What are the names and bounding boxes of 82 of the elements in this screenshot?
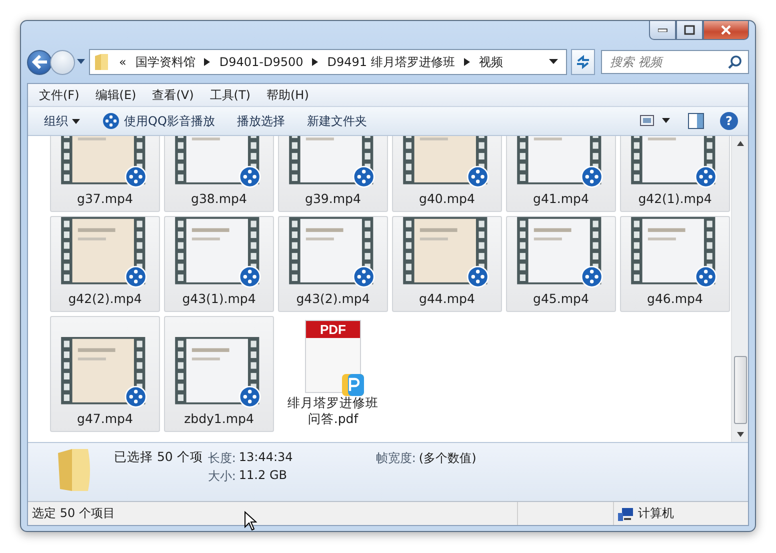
- folder-icon: [94, 53, 110, 71]
- file-name: g40.mp4: [418, 191, 476, 207]
- file-item[interactable]: g42(2).mp4: [50, 216, 160, 312]
- search-field[interactable]: 搜索 视频: [601, 50, 749, 74]
- address-bar[interactable]: « 国学资料馆 D9401-D9500 D9491 绯月塔罗进修班 视频: [89, 49, 567, 75]
- organize-button[interactable]: 组织: [38, 110, 90, 132]
- breadcrumb-item[interactable]: D9401-D9500: [219, 55, 304, 69]
- file-name: g37.mp4: [76, 191, 134, 207]
- minimize-icon: [658, 28, 668, 32]
- maximize-button[interactable]: [676, 21, 703, 40]
- file-item[interactable]: g37.mp4: [50, 136, 160, 212]
- file-name: g44.mp4: [418, 291, 476, 307]
- caret-icon: [72, 118, 80, 124]
- file-item[interactable]: g41.mp4: [506, 136, 616, 212]
- file-item[interactable]: g45.mp4: [506, 216, 616, 312]
- file-name: g46.mp4: [646, 291, 704, 307]
- file-item[interactable]: g38.mp4: [164, 136, 274, 212]
- file-name: g38.mp4: [190, 191, 248, 207]
- breadcrumb-overflow[interactable]: «: [119, 55, 126, 69]
- refresh-button[interactable]: [571, 49, 595, 75]
- app-logo-icon: [342, 374, 364, 396]
- search-icon: [728, 55, 742, 69]
- file-name: g42(2).mp4: [67, 291, 143, 307]
- location-text: 计算机: [638, 505, 674, 522]
- property-label: 长度:: [208, 450, 236, 467]
- file-name: g45.mp4: [532, 291, 590, 307]
- close-button[interactable]: [703, 21, 749, 40]
- back-arrow-icon: [32, 55, 48, 69]
- film-reel-icon: [102, 112, 120, 130]
- status-text: 选定 50 个项目: [32, 505, 115, 522]
- chevron-icon[interactable]: [312, 58, 318, 66]
- property-value: 11.2 GB: [238, 468, 287, 484]
- caret-icon[interactable]: [77, 59, 85, 65]
- file-name: g39.mp4: [304, 191, 362, 207]
- breadcrumb-item[interactable]: 国学资料馆: [135, 54, 196, 70]
- menu-item[interactable]: 工具(T): [202, 86, 258, 104]
- file-name: g41.mp4: [532, 191, 590, 207]
- file-item[interactable]: g44.mp4: [392, 216, 502, 312]
- file-item[interactable]: g47.mp4: [50, 316, 160, 432]
- file-item[interactable]: g39.mp4: [278, 136, 388, 212]
- file-name: g42(1).mp4: [637, 191, 713, 207]
- back-button[interactable]: [27, 50, 52, 74]
- computer-icon: [618, 506, 634, 520]
- breadcrumb-item[interactable]: 视频: [478, 54, 503, 70]
- scroll-down-icon[interactable]: [736, 432, 744, 437]
- file-name: g43(2).mp4: [295, 291, 371, 307]
- property-label: 帧宽度:: [376, 450, 416, 467]
- file-item[interactable]: PDF 绯月塔罗进修班问答.pdf: [278, 316, 388, 432]
- file-item[interactable]: g43(1).mp4: [164, 216, 274, 312]
- scroll-up-icon[interactable]: [736, 141, 744, 146]
- property-value: (多个数值): [418, 450, 476, 467]
- file-item[interactable]: g42(1).mp4: [620, 136, 730, 212]
- help-button[interactable]: ?: [720, 112, 738, 130]
- file-item[interactable]: g40.mp4: [392, 136, 502, 212]
- menu-item[interactable]: 帮助(H): [258, 86, 317, 104]
- toolbar-button[interactable]: 新建文件夹: [300, 110, 377, 132]
- menu-item[interactable]: 文件(F): [31, 86, 88, 104]
- file-item[interactable]: g46.mp4: [620, 216, 730, 312]
- maximize-icon: [684, 25, 695, 35]
- minimize-button[interactable]: [649, 21, 676, 40]
- scrollbar[interactable]: [731, 136, 748, 442]
- play-button[interactable]: 使用QQ影音播放: [96, 109, 225, 133]
- dropdown-caret-icon[interactable]: [549, 59, 558, 65]
- property-value: 13:44:34: [238, 450, 293, 466]
- refresh-arrows-icon: [575, 55, 591, 69]
- file-name: g43(1).mp4: [181, 291, 257, 307]
- chevron-icon[interactable]: [204, 58, 210, 66]
- file-name: g47.mp4: [76, 411, 134, 427]
- toolbar-button[interactable]: 播放选择: [230, 110, 295, 132]
- close-icon: [720, 25, 732, 35]
- chevron-icon[interactable]: [464, 58, 470, 66]
- menu-item[interactable]: 编辑(E): [87, 86, 144, 104]
- file-name: zbdy1.mp4: [183, 411, 255, 427]
- selection-count: 已选择 50 个项: [114, 449, 203, 466]
- file-item[interactable]: g43(2).mp4: [278, 216, 388, 312]
- file-name: 绯月塔罗进修班问答.pdf: [286, 395, 380, 427]
- menu-item[interactable]: 查看(V): [144, 86, 202, 104]
- pdf-label: PDF: [306, 321, 360, 338]
- file-item[interactable]: zbdy1.mp4: [164, 316, 274, 432]
- property-label: 大小:: [208, 468, 236, 485]
- breadcrumb-item[interactable]: D9491 绯月塔罗进修班: [327, 54, 455, 70]
- scroll-thumb[interactable]: [734, 356, 746, 424]
